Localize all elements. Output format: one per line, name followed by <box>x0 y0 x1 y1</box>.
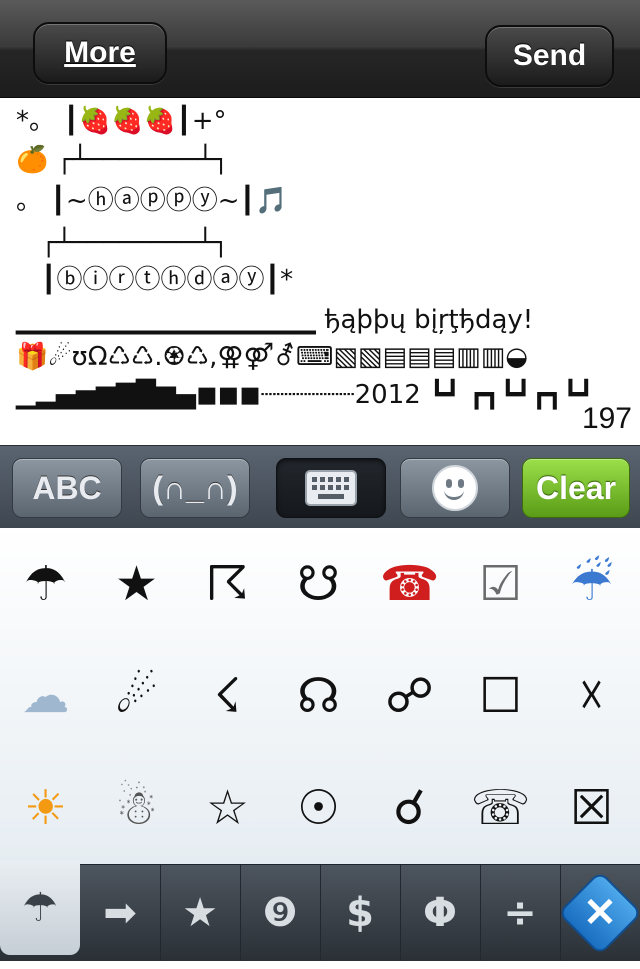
opposition-symbol[interactable]: ☍ <box>364 640 455 752</box>
character-count: 197 <box>581 402 632 435</box>
saltire-symbol[interactable]: ☓ <box>546 640 637 752</box>
symbol-grid: ☂ ★ ☈ ☋ ☎ ☑ ☔ ☁ ☄ ☇ ☊ ☍ ☐ ☓ ☀ ☃ ☆ ☉ ☌ ☏ … <box>0 528 640 864</box>
lightning-symbol[interactable]: ☇ <box>182 640 273 752</box>
clear-button[interactable]: Clear <box>522 458 630 518</box>
umbrella-rain-symbol[interactable]: ☔ <box>546 528 637 640</box>
umbrella-icon: ☂ <box>22 885 58 931</box>
white-telephone-symbol[interactable]: ☏ <box>455 752 546 864</box>
comet-symbol[interactable]: ☄ <box>91 640 182 752</box>
arrow-icon: ➡ <box>103 890 137 936</box>
delete-button[interactable]: ✕ <box>560 865 640 961</box>
sun-symbol[interactable]: ☀ <box>0 752 91 864</box>
message-line: 。 ┃~ⓗⓐⓟⓟⓨ~┃🎵 <box>16 186 288 216</box>
send-button[interactable]: Send <box>485 25 614 87</box>
thunderstorm-symbol[interactable]: ☈ <box>182 528 273 640</box>
telephone-symbol[interactable]: ☎ <box>364 528 455 640</box>
tab-math[interactable]: ÷ <box>480 865 561 961</box>
tab-greek[interactable]: Φ <box>400 865 481 961</box>
sun-dot-symbol[interactable]: ☉ <box>273 752 364 864</box>
ascending-node-symbol[interactable]: ☋ <box>273 528 364 640</box>
ballot-box-symbol[interactable]: ☐ <box>455 640 546 752</box>
symbol-category-tabbar: ☂ ➡ ★ ❾ $ Φ ÷ ✕ <box>0 861 640 961</box>
check-box-symbol[interactable]: ☑ <box>455 528 546 640</box>
divide-icon: ÷ <box>503 890 537 936</box>
kaomoji-button[interactable]: (∩_∩) <box>140 458 250 518</box>
input-mode-toolbar: ABC (∩_∩) Clear <box>0 445 640 530</box>
tab-numbers[interactable]: ❾ <box>240 865 321 961</box>
message-text-area[interactable]: *。 ┃🍓🍓🍓┃+° 🍊 ┌┴───────┴┐ 。 ┃~ⓗⓐⓟⓟⓨ~┃🎵 ┌┴… <box>0 98 640 445</box>
umbrella-symbol[interactable]: ☂ <box>0 528 91 640</box>
message-line: *。 ┃🍓🍓🍓┃+° <box>16 106 227 136</box>
abc-button[interactable]: ABC <box>12 458 122 518</box>
ballot-box-x-symbol[interactable]: ☒ <box>546 752 637 864</box>
white-star-symbol[interactable]: ☆ <box>182 752 273 864</box>
delete-icon: ✕ <box>560 873 640 953</box>
dollar-icon: $ <box>346 890 374 936</box>
cloud-symbol[interactable]: ☁ <box>0 640 91 752</box>
black-star-symbol[interactable]: ★ <box>91 528 182 640</box>
snowman-symbol[interactable]: ☃ <box>91 752 182 864</box>
more-button[interactable]: More <box>33 22 167 84</box>
message-line: 🍊 ┌┴───────┴┐ <box>16 145 229 175</box>
descending-node-symbol[interactable]: ☊ <box>273 640 364 752</box>
navigation-bar: More Send <box>0 0 640 98</box>
delete-glyph: ✕ <box>583 891 617 935</box>
message-line: ▁▁▁▁▁▁▁▁▁▁▁▁▁▁▁ ђąþþų bįŗţђdąy! <box>16 305 534 335</box>
tab-currency[interactable]: $ <box>320 865 401 961</box>
keyboard-icon <box>305 470 357 506</box>
tab-stars[interactable]: ★ <box>160 865 241 961</box>
smiley-icon <box>432 465 478 511</box>
tab-umbrella[interactable]: ☂ <box>0 861 80 955</box>
phi-icon: Φ <box>422 890 457 936</box>
star-icon: ★ <box>182 890 218 936</box>
message-line: ┃ⓑⓘⓡⓣⓗⓓⓐⓨ┃* <box>16 265 294 295</box>
conjunction-symbol[interactable]: ☌ <box>364 752 455 864</box>
tab-arrows[interactable]: ➡ <box>80 865 161 961</box>
message-line: ▁▂▄▅▆▇█▆▄◼◼◼┈┈┈┈┈┈2012 ┗┛ ┏┓┗┛┏┓┗┛ <box>16 380 594 410</box>
number-nine-icon: ❾ <box>262 890 298 936</box>
message-line: 🎁☄ʊΩ♺♺.♼♺,⚢⚤⚦⌨▧▧▤▤▤▥▥◒ <box>16 342 528 372</box>
emoji-button[interactable] <box>400 458 510 518</box>
symbol-keyboard-button[interactable] <box>276 458 386 518</box>
message-line: ┌┴────────┴┐ <box>16 228 229 258</box>
